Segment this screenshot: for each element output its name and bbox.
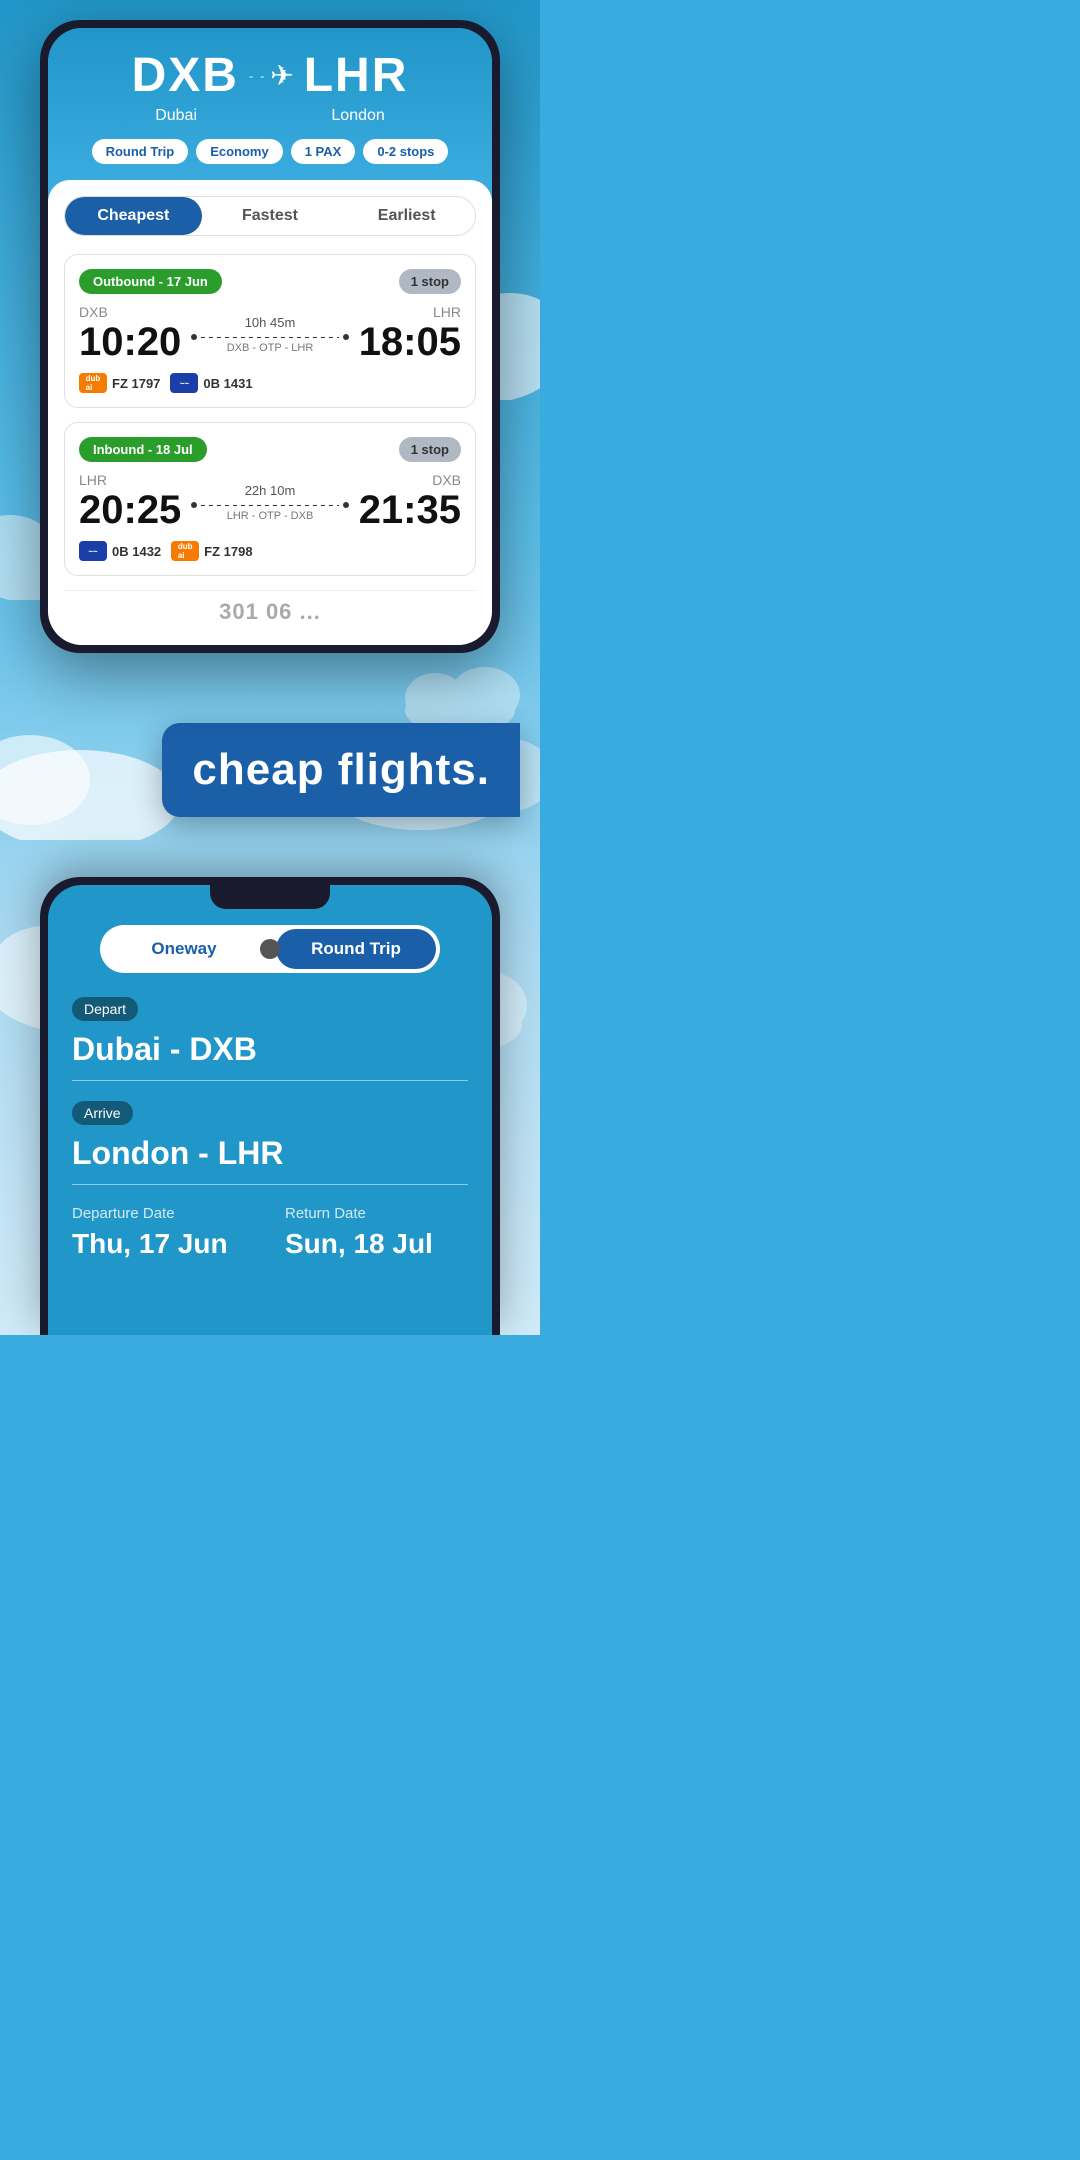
filter-tags: Round Trip Economy 1 PAX 0-2 stops bbox=[68, 139, 472, 180]
departure-date-col: Departure Date Thu, 17 Jun bbox=[72, 1205, 255, 1260]
outbound-arrive: LHR 18:05 bbox=[359, 304, 461, 365]
from-city-code: DXB bbox=[132, 48, 239, 103]
inbound-path: 22h 10m LHR - OTP - DXB bbox=[181, 483, 358, 522]
path-line-1 bbox=[191, 334, 348, 340]
departure-date-value[interactable]: Thu, 17 Jun bbox=[72, 1228, 255, 1260]
path-dot-right-2 bbox=[343, 502, 349, 508]
filter-cabin[interactable]: Economy bbox=[196, 139, 283, 164]
inbound-arrive: DXB 21:35 bbox=[359, 472, 461, 533]
date-row: Departure Date Thu, 17 Jun Return Date S… bbox=[72, 1205, 468, 1276]
tab-fastest[interactable]: Fastest bbox=[202, 197, 339, 235]
toggle-container: Oneway Round Trip bbox=[100, 925, 440, 973]
search-form: Depart Dubai - DXB Arrive London - LHR D… bbox=[48, 997, 492, 1276]
sort-tabs: Cheapest Fastest Earliest bbox=[64, 196, 476, 236]
airline-badge-fz-2: dubai bbox=[171, 541, 199, 561]
outbound-path: 10h 45m DXB - OTP - LHR bbox=[181, 315, 358, 354]
outbound-duration: 10h 45m bbox=[191, 315, 348, 330]
phone-header: DXB - - ✈ LHR Dubai London Round Trip Ec… bbox=[48, 28, 492, 180]
path-line-2 bbox=[191, 502, 348, 508]
depart-field: Depart Dubai - DXB bbox=[72, 997, 468, 1081]
return-date-col: Return Date Sun, 18 Jul bbox=[285, 1205, 468, 1260]
inbound-stops: 1 stop bbox=[399, 437, 461, 462]
inbound-from-code: LHR bbox=[79, 472, 181, 488]
path-dot-right-1 bbox=[343, 334, 349, 340]
inbound-via: LHR - OTP - DXB bbox=[191, 510, 348, 522]
depart-label: Depart bbox=[72, 997, 138, 1021]
from-city-name: Dubai bbox=[155, 107, 197, 125]
outbound-arrive-time: 18:05 bbox=[359, 320, 461, 365]
outbound-depart-time: 10:20 bbox=[79, 320, 181, 365]
outbound-route: DXB 10:20 10h 45m DXB - OTP - LHR bbox=[79, 304, 461, 365]
results-area: Cheapest Fastest Earliest Outbound - 17 … bbox=[48, 180, 492, 645]
path-dot-left-1 bbox=[191, 334, 197, 340]
inbound-depart-time: 20:25 bbox=[79, 488, 181, 533]
outbound-via: DXB - OTP - LHR bbox=[191, 342, 348, 354]
inbound-header: Inbound - 18 Jul 1 stop bbox=[79, 437, 461, 462]
outbound-label: Outbound - 17 Jun bbox=[79, 269, 222, 294]
airline-badge-0b-2: ~~ bbox=[79, 541, 107, 561]
price-preview: 301 06 ... bbox=[64, 590, 476, 629]
outbound-header: Outbound - 17 Jun 1 stop bbox=[79, 269, 461, 294]
promo-section: cheap flights. bbox=[0, 683, 540, 857]
toggle-dot bbox=[260, 939, 280, 959]
arrive-field: Arrive London - LHR bbox=[72, 1101, 468, 1185]
inbound-airline-1: ~~ 0B 1432 bbox=[79, 541, 161, 561]
airline-badge-0b: ~~ bbox=[170, 373, 198, 393]
arrive-city[interactable]: London - LHR bbox=[72, 1135, 468, 1185]
filter-pax[interactable]: 1 PAX bbox=[291, 139, 356, 164]
inbound-airlines: ~~ 0B 1432 dubai FZ 1798 bbox=[79, 541, 461, 561]
outbound-flight-card[interactable]: Outbound - 17 Jun 1 stop DXB 10:20 10h 4… bbox=[64, 254, 476, 408]
to-city-code: LHR bbox=[304, 48, 409, 103]
inbound-to-code: DXB bbox=[359, 472, 461, 488]
plane-icon: ✈ bbox=[270, 59, 293, 92]
outbound-flight-num-2: 0B 1431 bbox=[203, 376, 252, 391]
toggle-oneway[interactable]: Oneway bbox=[104, 929, 264, 969]
city-names-row: Dubai London bbox=[68, 107, 472, 125]
outbound-airlines: dubai FZ 1797 ~~ 0B 1431 bbox=[79, 373, 461, 393]
outbound-airline-2: ~~ 0B 1431 bbox=[170, 373, 252, 393]
depart-city[interactable]: Dubai - DXB bbox=[72, 1031, 468, 1081]
plane-dots-left: - - bbox=[249, 69, 266, 83]
path-dashes-1 bbox=[201, 337, 338, 338]
inbound-flight-card[interactable]: Inbound - 18 Jul 1 stop LHR 20:25 22h 10… bbox=[64, 422, 476, 576]
outbound-stops: 1 stop bbox=[399, 269, 461, 294]
phone-frame-bottom: Oneway Round Trip Depart Dubai - DXB Arr… bbox=[40, 877, 500, 1335]
toggle-roundtrip[interactable]: Round Trip bbox=[276, 929, 436, 969]
path-dot-left-2 bbox=[191, 502, 197, 508]
inbound-arrive-time: 21:35 bbox=[359, 488, 461, 533]
inbound-route: LHR 20:25 22h 10m LHR - OTP - DXB bbox=[79, 472, 461, 533]
inbound-flight-num-1: 0B 1432 bbox=[112, 544, 161, 559]
airline-badge-fz: dubai bbox=[79, 373, 107, 393]
plane-icon-area: - - ✈ bbox=[249, 59, 294, 92]
phone-frame-top: DXB - - ✈ LHR Dubai London Round Trip Ec… bbox=[40, 20, 500, 653]
outbound-to-code: LHR bbox=[359, 304, 461, 320]
phone-screen-top: DXB - - ✈ LHR Dubai London Round Trip Ec… bbox=[48, 28, 492, 645]
phone-notch bbox=[210, 885, 330, 909]
promo-box: cheap flights. bbox=[162, 723, 520, 817]
promo-text: cheap flights. bbox=[192, 745, 490, 794]
outbound-depart: DXB 10:20 bbox=[79, 304, 181, 365]
arrive-label: Arrive bbox=[72, 1101, 133, 1125]
outbound-airline-1: dubai FZ 1797 bbox=[79, 373, 160, 393]
outbound-from-code: DXB bbox=[79, 304, 181, 320]
inbound-flight-num-2: FZ 1798 bbox=[204, 544, 252, 559]
inbound-airline-2: dubai FZ 1798 bbox=[171, 541, 252, 561]
tab-cheapest[interactable]: Cheapest bbox=[65, 197, 202, 235]
to-city-name: London bbox=[331, 107, 384, 125]
tab-earliest[interactable]: Earliest bbox=[338, 197, 475, 235]
path-dashes-2 bbox=[201, 505, 338, 506]
inbound-depart: LHR 20:25 bbox=[79, 472, 181, 533]
return-date-value[interactable]: Sun, 18 Jul bbox=[285, 1228, 468, 1260]
inbound-duration: 22h 10m bbox=[191, 483, 348, 498]
phone-screen-bottom: Oneway Round Trip Depart Dubai - DXB Arr… bbox=[48, 885, 492, 1335]
route-row: DXB - - ✈ LHR bbox=[68, 48, 472, 103]
departure-date-label: Departure Date bbox=[72, 1205, 255, 1222]
filter-trip-type[interactable]: Round Trip bbox=[92, 139, 189, 164]
return-date-label: Return Date bbox=[285, 1205, 468, 1222]
outbound-flight-num-1: FZ 1797 bbox=[112, 376, 160, 391]
filter-stops[interactable]: 0-2 stops bbox=[363, 139, 448, 164]
inbound-label: Inbound - 18 Jul bbox=[79, 437, 207, 462]
trip-toggle: Oneway Round Trip bbox=[48, 925, 492, 973]
